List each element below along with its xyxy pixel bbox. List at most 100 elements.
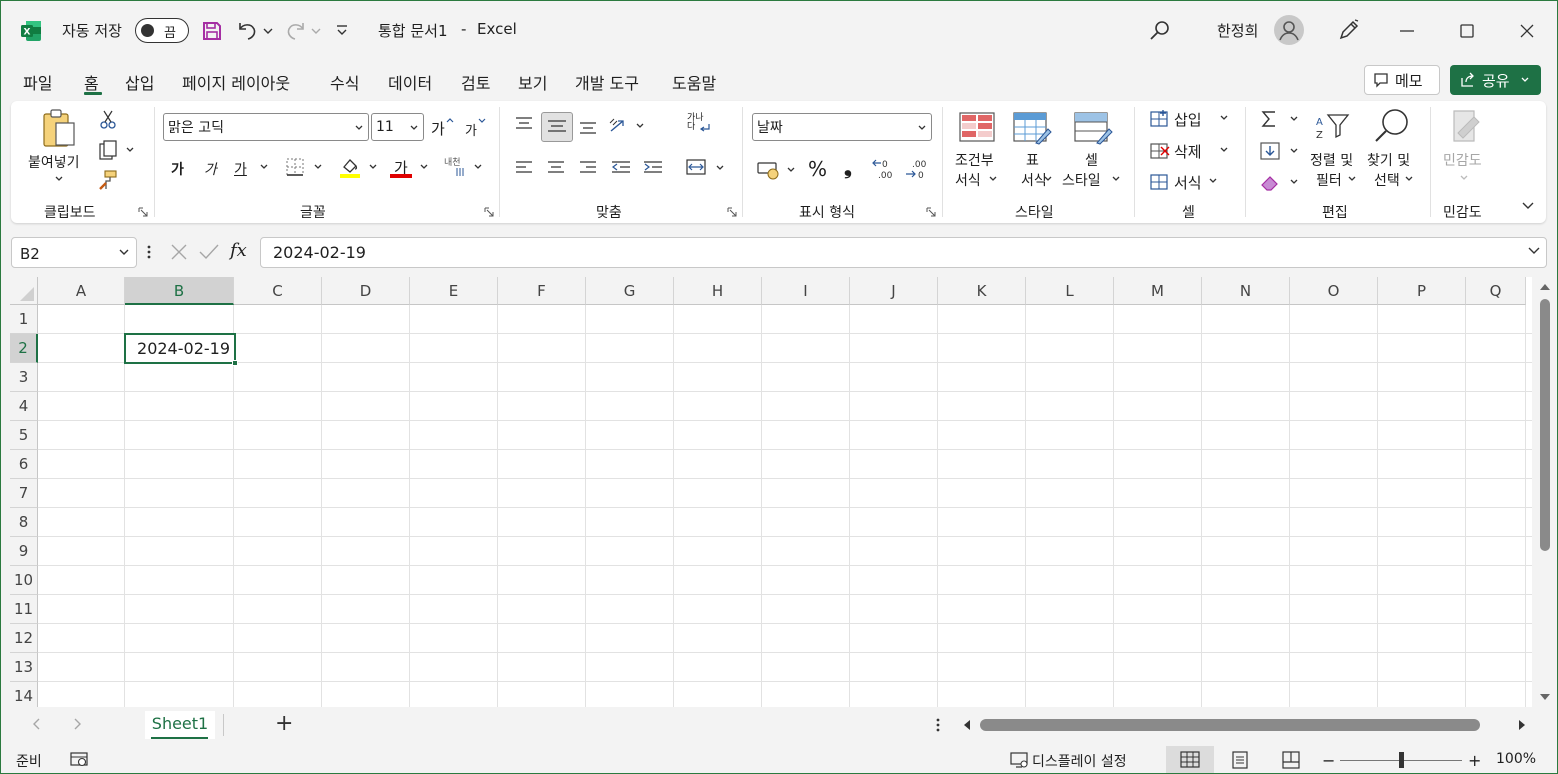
next-sheet-icon[interactable]: [70, 717, 84, 731]
merge-center-icon[interactable]: [685, 157, 729, 179]
sort-filter-label-2[interactable]: 필터: [1316, 170, 1342, 190]
row-header-10[interactable]: 10: [10, 566, 38, 595]
vertical-scrollbar[interactable]: [1532, 277, 1558, 707]
font-name-combo[interactable]: 맑은 고딕: [163, 113, 369, 141]
row-header-3[interactable]: 3: [10, 363, 38, 392]
horizontal-scroll-thumb[interactable]: [980, 719, 1480, 731]
scroll-right-icon[interactable]: [1517, 719, 1527, 731]
italic-button[interactable]: 가: [204, 159, 217, 179]
font-launcher-icon[interactable]: [484, 207, 494, 217]
decrease-decimal-icon[interactable]: .00 0: [904, 157, 930, 181]
chevron-down-icon[interactable]: [1043, 174, 1053, 184]
row-header-12[interactable]: 12: [10, 624, 38, 653]
column-header-b[interactable]: B: [125, 277, 234, 305]
maximize-icon[interactable]: [1458, 22, 1476, 40]
chevron-down-icon[interactable]: [473, 162, 483, 172]
tab-insert[interactable]: 삽입: [125, 70, 154, 94]
row-header-14[interactable]: 14: [10, 682, 38, 707]
tab-file[interactable]: 파일: [23, 70, 52, 94]
previous-sheet-icon[interactable]: [30, 717, 44, 731]
redo-icon[interactable]: [284, 19, 324, 41]
percent-style-button[interactable]: %: [808, 157, 827, 181]
align-bottom-icon[interactable]: [578, 118, 598, 136]
column-header-d[interactable]: D: [322, 277, 410, 305]
vertical-scroll-thumb[interactable]: [1540, 299, 1550, 551]
column-header-a[interactable]: A: [38, 277, 125, 305]
display-settings-icon[interactable]: [1010, 751, 1030, 769]
shrink-font-button[interactable]: 가: [465, 120, 477, 139]
sheet-tab-sheet1[interactable]: Sheet1: [145, 711, 215, 739]
find-select-icon[interactable]: [1373, 107, 1411, 145]
chevron-down-icon[interactable]: [1347, 174, 1357, 184]
bold-button[interactable]: 가: [171, 159, 184, 179]
increase-indent-icon[interactable]: [642, 159, 664, 177]
autosave-toggle[interactable]: 끔: [135, 18, 189, 43]
borders-icon[interactable]: [285, 157, 325, 177]
font-size-combo[interactable]: 11: [371, 113, 424, 141]
comments-button[interactable]: 메모: [1364, 65, 1440, 95]
find-select-label-2[interactable]: 선택: [1374, 170, 1400, 190]
selected-cell-b2[interactable]: 2024-02-19: [124, 333, 236, 364]
find-select-label-1[interactable]: 찾기 및: [1367, 150, 1410, 170]
row-header-5[interactable]: 5: [10, 421, 38, 450]
tab-page-layout[interactable]: 페이지 레이아웃: [182, 70, 290, 94]
insert-cells-label[interactable]: 삽입: [1174, 109, 1202, 130]
column-header-k[interactable]: K: [938, 277, 1026, 305]
confirm-entry-icon[interactable]: [198, 242, 220, 262]
format-as-table-label-1[interactable]: 표: [1026, 150, 1039, 170]
normal-view-button[interactable]: [1166, 746, 1214, 774]
formula-input[interactable]: 2024-02-19: [260, 237, 1547, 268]
sort-filter-label-1[interactable]: 정렬 및: [1310, 150, 1353, 170]
cancel-entry-icon[interactable]: [169, 242, 189, 262]
page-break-view-icon[interactable]: [1281, 750, 1301, 770]
chevron-down-icon[interactable]: [419, 162, 429, 172]
alignment-launcher-icon[interactable]: [727, 207, 737, 217]
insert-cells-icon[interactable]: [1149, 109, 1171, 129]
delete-cells-label[interactable]: 삭제: [1174, 141, 1202, 162]
column-header-o[interactable]: O: [1290, 277, 1378, 305]
row-header-9[interactable]: 9: [10, 537, 38, 566]
delete-cells-icon[interactable]: [1149, 141, 1171, 161]
tab-data[interactable]: 데이터: [388, 70, 432, 94]
cell-styles-label-1[interactable]: 셀: [1085, 150, 1098, 170]
display-settings-label[interactable]: 디스플레이 설정: [1032, 751, 1127, 771]
number-launcher-icon[interactable]: [926, 207, 936, 217]
minimize-icon[interactable]: [1398, 22, 1416, 40]
align-center-icon[interactable]: [546, 159, 566, 177]
tab-home[interactable]: 홈: [84, 70, 99, 94]
zoom-slider-thumb[interactable]: [1399, 752, 1404, 768]
format-as-table-icon[interactable]: [1012, 111, 1052, 145]
chevron-down-icon[interactable]: [1520, 75, 1530, 85]
format-painter-icon[interactable]: [97, 169, 119, 191]
chevron-down-icon[interactable]: [1404, 174, 1414, 184]
row-header-8[interactable]: 8: [10, 508, 38, 537]
fill-icon[interactable]: [1259, 141, 1301, 161]
select-all-corner[interactable]: [10, 277, 38, 305]
insert-function-button[interactable]: fx: [230, 240, 247, 261]
save-icon[interactable]: [201, 20, 223, 42]
column-header-c[interactable]: C: [234, 277, 322, 305]
sort-filter-icon[interactable]: AZ: [1314, 111, 1350, 143]
autosum-icon[interactable]: [1259, 109, 1301, 129]
close-icon[interactable]: [1518, 22, 1536, 40]
add-sheet-button[interactable]: +: [275, 711, 293, 736]
column-header-n[interactable]: N: [1202, 277, 1290, 305]
chevron-down-icon[interactable]: [988, 174, 998, 184]
avatar[interactable]: [1274, 15, 1304, 45]
scroll-up-icon[interactable]: [1539, 282, 1551, 292]
fill-color-icon[interactable]: [338, 155, 382, 179]
undo-icon[interactable]: [235, 19, 275, 41]
column-header-j[interactable]: J: [850, 277, 938, 305]
tab-help[interactable]: 도움말: [672, 70, 716, 94]
paste-icon[interactable]: [41, 109, 79, 149]
orientation-icon[interactable]: [607, 115, 647, 137]
clear-icon[interactable]: [1259, 171, 1301, 193]
chevron-down-icon[interactable]: [1219, 113, 1229, 123]
tab-split-handle-icon[interactable]: [935, 717, 941, 733]
collapse-ribbon-icon[interactable]: [1521, 199, 1535, 213]
column-header-e[interactable]: E: [410, 277, 498, 305]
column-header-p[interactable]: P: [1378, 277, 1466, 305]
number-format-combo[interactable]: 날짜: [752, 113, 932, 141]
page-layout-view-icon[interactable]: [1230, 750, 1250, 770]
customize-quick-access-icon[interactable]: [335, 24, 349, 38]
